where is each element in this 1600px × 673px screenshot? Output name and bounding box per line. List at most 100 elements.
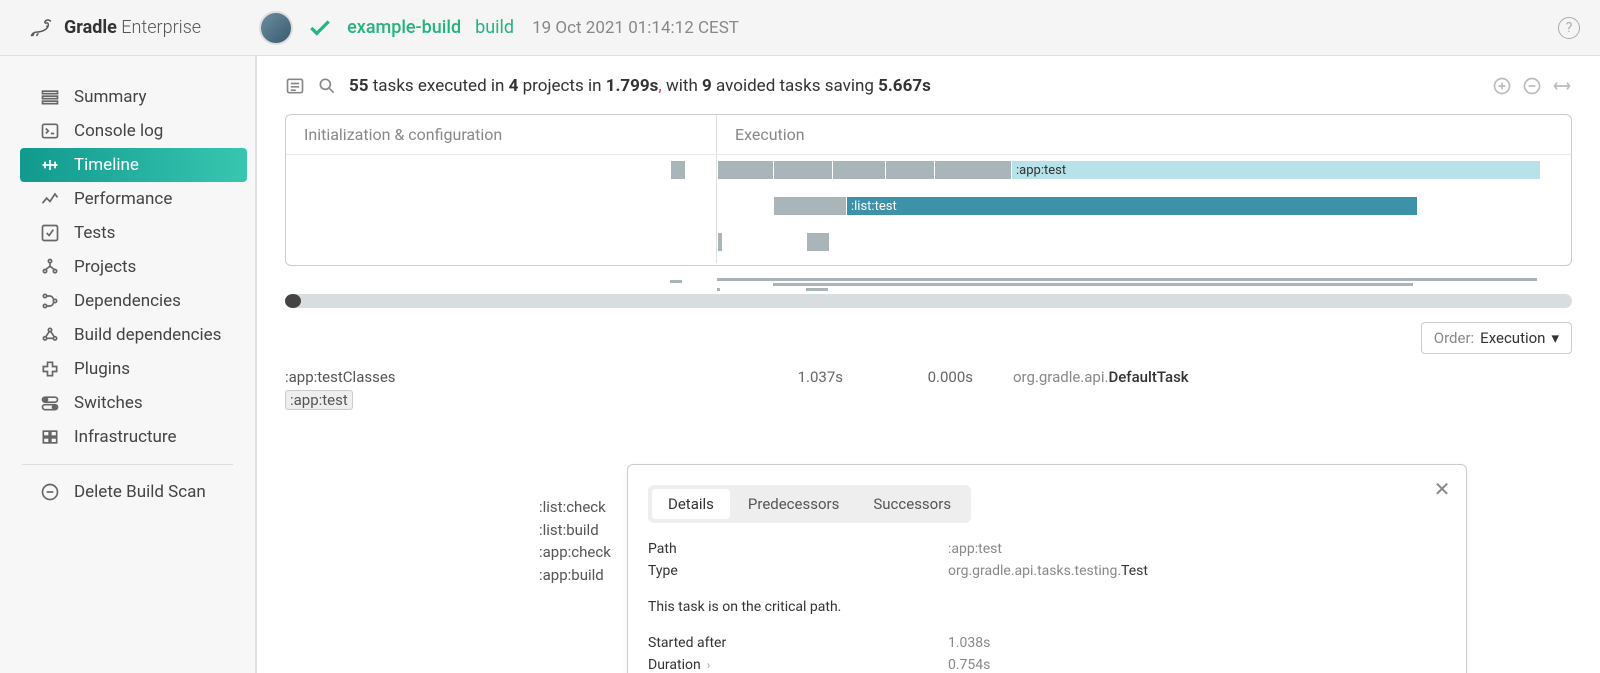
sidebar-item-performance[interactable]: Performance [20,182,247,216]
sidebar-item-timeline[interactable]: Timeline [20,148,247,182]
timeline-scrollbar[interactable] [285,294,1572,308]
order-value: Execution [1480,329,1545,347]
sidebar-item-delete[interactable]: Delete Build Scan [20,475,247,509]
scrollbar-thumb[interactable] [285,294,301,308]
sidebar-item-label: Switches [74,393,143,413]
zoom-in-icon[interactable] [1492,76,1512,96]
timeline-bar-list-test[interactable]: :list:test [847,197,1417,215]
build-timestamp: 19 Oct 2021 01:14:12 CEST [532,18,739,38]
detail-duration-label: Duration› [648,657,948,673]
sidebar-item-label: Summary [74,87,146,107]
sidebar-item-console[interactable]: Console log [20,114,247,148]
sidebar-item-summary[interactable]: Summary [20,80,247,114]
sidebar-item-label: Timeline [74,155,139,175]
build-name[interactable]: example-build [347,17,461,38]
detail-tabs: Details Predecessors Successors [648,485,971,523]
sidebar-item-tests[interactable]: Tests [20,216,247,250]
detail-path-value: :app:test [948,541,1446,557]
summary-icon [40,87,60,107]
task-row[interactable]: :app:check [539,541,611,564]
sidebar-item-label: Tests [74,223,115,243]
build-meta: example-build build 19 Oct 2021 01:14:12… [259,11,739,45]
performance-icon [40,189,60,209]
sidebar-item-dependencies[interactable]: Dependencies [20,284,247,318]
summary-bar: 55 tasks executed in 4 projects in 1.799… [257,56,1600,114]
projects-icon [40,257,60,277]
sidebar-item-label: Dependencies [74,291,181,311]
build-type[interactable]: build [475,17,514,38]
tab-successors[interactable]: Successors [857,489,967,519]
timeline-bar-app-test[interactable]: :app:test [1012,161,1540,179]
task-type: org.gradle.api.DefaultTask [1013,368,1600,386]
timeline-tools [1492,76,1572,96]
task-row[interactable]: :list:build [539,519,611,542]
detail-type-label: Type [648,563,948,579]
brand-name: Gradle [64,17,117,38]
close-icon[interactable]: ✕ [1430,477,1454,501]
detail-started-label: Started after [648,635,948,651]
order-label: Order: [1434,329,1474,347]
task-row[interactable]: :app:build [539,564,611,587]
summary-text: 55 tasks executed in 4 projects in 1.799… [349,76,931,96]
task-row[interactable]: :app:testClasses 1.037s 0.000s org.gradl… [257,366,1600,388]
task-row[interactable]: :list:check [539,496,611,519]
chevron-right-icon[interactable]: › [707,658,711,672]
sidebar-item-plugins[interactable]: Plugins [20,352,247,386]
console-icon [40,121,60,141]
brand-suffix: Enterprise [121,17,201,38]
task-detail-panel: ✕ Details Predecessors Successors Path :… [627,464,1467,673]
chevron-down-icon: ▾ [1551,329,1559,347]
sidebar-item-infrastructure[interactable]: Infrastructure [20,420,247,454]
sidebar: Summary Console log Timeline Performance… [0,56,256,673]
tab-details[interactable]: Details [652,489,730,519]
sidebar-item-label: Projects [74,257,136,277]
task-row-selected[interactable]: :app:test [257,388,1600,412]
infrastructure-icon [40,427,60,447]
timeline-minimap[interactable] [285,276,1572,290]
detail-duration-value: 0.754s [948,657,1446,673]
sidebar-item-build-dependencies[interactable]: Build dependencies [20,318,247,352]
topbar: Gradle Enterprise example-build build 19… [0,0,1600,56]
timeline-chart[interactable]: Initialization & configuration Execution… [285,114,1572,266]
delete-icon [40,482,60,502]
timeline-body[interactable]: :app:test :list:test [286,155,1571,263]
fit-icon[interactable] [1552,76,1572,96]
detail-path-label: Path [648,541,948,557]
order-select[interactable]: Order: Execution ▾ [1421,322,1572,354]
critical-path-note: This task is on the critical path. [648,599,1446,615]
task-path: :app:testClasses [285,368,753,386]
detail-started-value: 1.038s [948,635,1446,651]
init-phase-label: Initialization & configuration [286,115,716,154]
detail-type-value: org.gradle.api.tasks.testing.Test [948,563,1446,579]
zoom-out-icon[interactable] [1522,76,1542,96]
switches-icon [40,393,60,413]
build-dependencies-icon [40,325,60,345]
dependencies-icon [40,291,60,311]
main-content: 55 tasks executed in 4 projects in 1.799… [256,56,1600,673]
task-path: :app:test [285,390,353,410]
plugins-icon [40,359,60,379]
sidebar-item-switches[interactable]: Switches [20,386,247,420]
search-icon[interactable] [317,76,337,96]
avatar[interactable] [259,11,293,45]
sidebar-item-label: Console log [74,121,163,141]
task-list: :app:testClasses 1.037s 0.000s org.gradl… [257,366,1600,412]
tab-predecessors[interactable]: Predecessors [732,489,855,519]
gradle-elephant-icon [28,17,54,39]
help-icon[interactable]: ? [1558,17,1580,39]
sidebar-divider [22,464,233,465]
exec-phase-label: Execution [716,115,1571,154]
logo[interactable]: Gradle Enterprise [28,17,201,39]
tests-icon [40,223,60,243]
timeline-icon [40,155,60,175]
task-time-2: 0.000s [883,368,1013,386]
task-side-list: :list:check :list:build :app:check :app:… [539,496,611,586]
sidebar-item-label: Plugins [74,359,130,379]
check-icon [307,15,333,41]
sidebar-item-label: Performance [74,189,172,209]
sidebar-item-projects[interactable]: Projects [20,250,247,284]
list-view-icon[interactable] [285,76,305,96]
sidebar-item-label: Delete Build Scan [74,482,206,502]
sidebar-item-label: Infrastructure [74,427,177,447]
sidebar-item-label: Build dependencies [74,325,221,345]
